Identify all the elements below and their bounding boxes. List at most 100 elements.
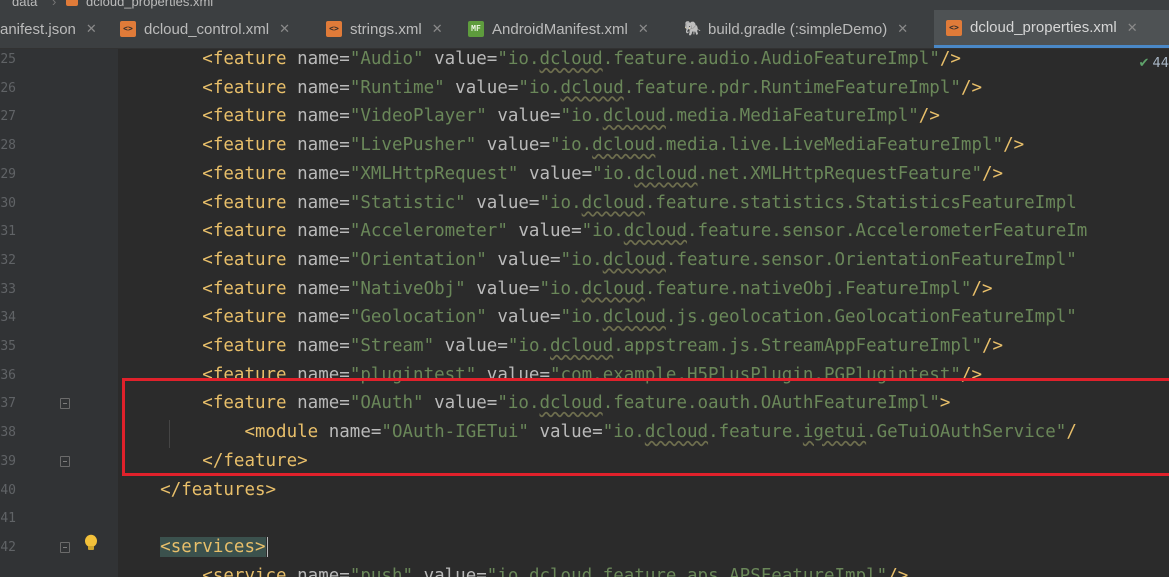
xml-file-icon (66, 0, 86, 9)
tab-dcloud-properties-xml[interactable]: <> dcloud_properties.xml ✕ (934, 10, 1169, 48)
line-number: 35 (0, 339, 16, 354)
xml-tag: /> (982, 336, 1004, 356)
xml-attr-name: value= (423, 565, 487, 577)
xml-attr-value: "Stream" (349, 336, 445, 356)
xml-tag: /> (1003, 135, 1025, 156)
close-icon[interactable]: ✕ (638, 21, 649, 37)
xml-attr-value: "io.dcloud.feature.statistics.Statistics… (539, 192, 1077, 213)
xml-attr-value: "NativeObj" (349, 278, 477, 299)
xml-attr-name: value= (476, 192, 540, 213)
tab-manifest-json[interactable]: anifest.json ✕ (0, 10, 110, 48)
xml-file-icon: <> (326, 21, 342, 37)
xml-attr-name: value= (486, 135, 550, 156)
tab-build-gradle[interactable]: 🐘 build.gradle (:simpleDemo) ✕ (684, 10, 934, 48)
xml-attr-name: name= (297, 106, 350, 127)
code-line: <feature name="Orientation" value="io.dc… (118, 246, 1077, 275)
xml-attr-value: "VideoPlayer" (349, 106, 498, 127)
fold-toggle-icon[interactable] (60, 456, 70, 467)
breadcrumb: data › dcloud_properties.xml (0, 0, 1169, 10)
xml-attr-value: "io.dcloud.appstream.js.StreamAppFeature… (507, 336, 972, 356)
xml-tag: </features> (160, 479, 277, 500)
line-number: 37 (0, 396, 16, 412)
xml-attr-value: "io.dcloud.feature.sensor.AccelerometerF… (581, 221, 1088, 242)
tab-android-manifest-xml[interactable]: MF AndroidManifest.xml ✕ (468, 10, 678, 48)
breadcrumb-item-data[interactable]: data (12, 0, 37, 9)
inspection-status[interactable]: ✔ 44 (1139, 56, 1169, 71)
close-icon[interactable]: ✕ (897, 21, 908, 37)
xml-attr-value: "io.dcloud.js.geolocation.GeolocationFea… (560, 307, 1067, 328)
close-icon[interactable]: ✕ (1127, 20, 1138, 36)
tab-label: dcloud_properties.xml (970, 19, 1117, 36)
xml-attr-value: "Runtime" (349, 77, 456, 98)
breadcrumb-separator: › (52, 0, 57, 9)
line-number: 29 (0, 166, 16, 182)
tab-label: AndroidManifest.xml (492, 20, 628, 38)
code-line: <feature name="VideoPlayer" value="io.dc… (118, 102, 940, 131)
code-line: <feature name="Statistic" value="io.dclo… (118, 189, 1077, 218)
highlight-annotation-box (122, 378, 1169, 476)
xml-tag: <feature (202, 307, 298, 328)
xml-tag: /> (960, 77, 983, 98)
tab-dcloud-control-xml[interactable]: <> dcloud_control.xml ✕ (120, 10, 320, 48)
xml-tag: <feature (202, 221, 298, 242)
xml-attr-value: "LivePusher" (349, 135, 487, 156)
xml-tag: <feature (202, 106, 298, 127)
xml-attr-value: " (992, 135, 1004, 156)
xml-tag: <feature (202, 135, 298, 156)
xml-attr-name: value= (518, 221, 582, 242)
xml-attr-value: " (908, 106, 919, 127)
tab-label: dcloud_control.xml (144, 20, 270, 38)
xml-attr-name: name= (297, 307, 350, 328)
xml-attr-name: name= (297, 249, 350, 270)
code-line: <feature name="Accelerometer" value="io.… (118, 217, 1087, 246)
line-number: 36 (0, 367, 16, 383)
tab-label: anifest.json (0, 20, 76, 38)
close-icon[interactable]: ✕ (86, 21, 97, 37)
xml-attr-value: "push" (349, 565, 424, 577)
code-editor[interactable]: <feature name="Audio" value="io.dcloud.f… (118, 49, 1169, 577)
fold-toggle-icon[interactable] (60, 398, 70, 409)
xml-tag: <feature (202, 77, 298, 98)
code-line: <feature name="Stream" value="io.dcloud.… (118, 332, 1003, 361)
code-line: <feature name="Runtime" value="io.dcloud… (118, 74, 982, 103)
xml-attr-name: name= (297, 278, 350, 299)
xml-attr-name: name= (297, 77, 350, 98)
close-icon[interactable]: ✕ (279, 21, 290, 37)
xml-attr-value: "io.dcloud.media.live.LiveMediaFeatureIm… (550, 135, 993, 156)
xml-attr-name: name= (297, 49, 350, 69)
xml-attr-value: "Audio" (349, 49, 435, 69)
close-icon[interactable]: ✕ (432, 21, 443, 37)
xml-tag: <feature (202, 49, 298, 69)
xml-attr-value: " (1066, 307, 1077, 328)
fold-toggle-icon[interactable] (60, 542, 70, 553)
xml-attr-value: "io.dcloud.feature.sensor.OrientationFea… (560, 249, 1067, 270)
xml-attr-name: value= (528, 163, 593, 184)
xml-tag: <feature (202, 163, 298, 184)
xml-tag: <feature (202, 249, 298, 270)
tab-strings-xml[interactable]: <> strings.xml ✕ (326, 10, 456, 48)
xml-attr-value: " (960, 278, 972, 299)
tab-label: build.gradle (:simpleDemo) (708, 20, 888, 38)
xml-tag: <service (202, 565, 298, 577)
xml-attr-value: "Statistic" (349, 192, 477, 213)
xml-attr-value: " (971, 163, 983, 184)
lightbulb-icon[interactable] (84, 534, 98, 557)
code-line: <feature name="Audio" value="io.dcloud.f… (118, 49, 961, 74)
code-line: </features> (118, 476, 276, 505)
line-number: 32 (0, 252, 16, 268)
xml-attr-value: " (876, 565, 888, 577)
xml-tag: <services> (160, 536, 266, 557)
breadcrumb-item-file[interactable]: dcloud_properties.xml (86, 0, 213, 9)
xml-tag: /> (918, 106, 940, 127)
editor-tab-bar: anifest.json ✕ <> dcloud_control.xml ✕ <… (0, 10, 1169, 49)
xml-tag: <feature (202, 336, 298, 356)
xml-tag: /> (971, 278, 993, 299)
